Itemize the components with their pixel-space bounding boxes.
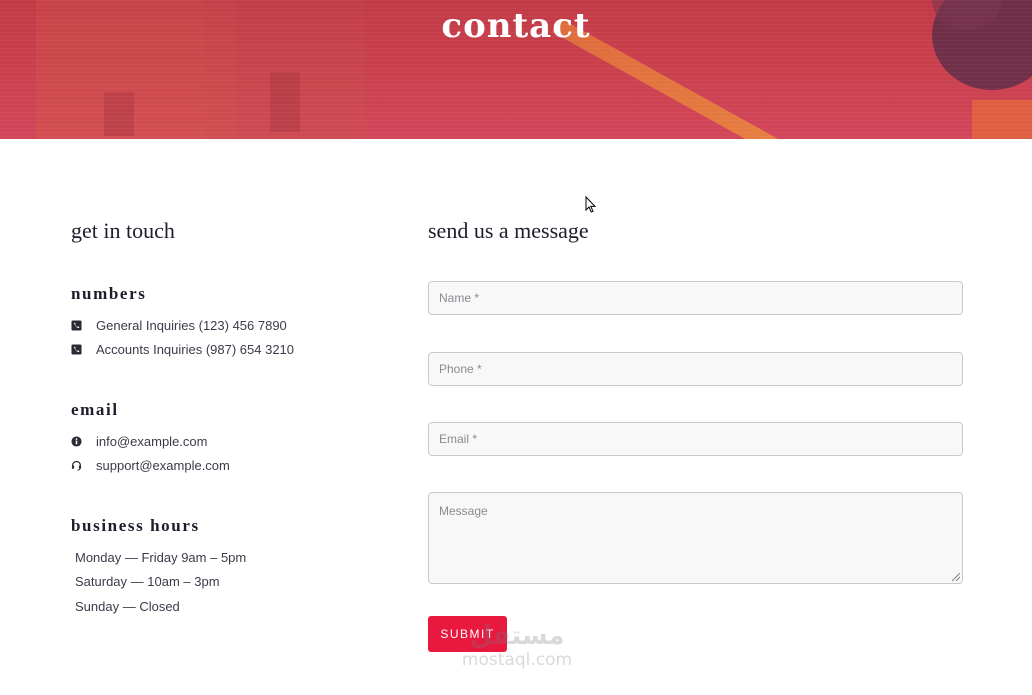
- textarea-resize-handle[interactable]: [952, 573, 960, 581]
- watermark-latin: mostaql.com: [461, 650, 573, 670]
- email-support-link[interactable]: support@example.com: [96, 458, 230, 473]
- email-input[interactable]: [428, 422, 963, 456]
- email-item-support: support@example.com: [71, 453, 230, 477]
- hero-banner: contact: [0, 0, 1032, 139]
- email-item-info: info@example.com: [71, 429, 230, 453]
- phone-input[interactable]: [428, 352, 963, 386]
- contact-form: send us a message SUBMIT: [428, 218, 963, 652]
- phone-square-icon: [71, 343, 82, 355]
- hours-saturday: Saturday — 10am – 3pm: [75, 574, 220, 590]
- phone-accounts-text: Accounts Inquiries (987) 654 3210: [96, 341, 295, 357]
- email-section: email info@example.com support@example.c…: [71, 400, 230, 477]
- mouse-cursor-icon: [585, 196, 597, 213]
- contact-info-column: get in touch numbers General Inquiries (…: [71, 218, 391, 614]
- name-input[interactable]: [428, 281, 963, 315]
- send-message-heading: send us a message: [428, 218, 589, 243]
- phone-item-accounts: Accounts Inquiries (987) 654 3210: [71, 337, 294, 361]
- message-textarea[interactable]: [428, 492, 963, 584]
- page-title: contact: [441, 6, 591, 46]
- phone-square-icon: [71, 319, 82, 331]
- numbers-heading: numbers: [71, 284, 147, 303]
- hours-weekday: Monday — Friday 9am – 5pm: [75, 549, 247, 565]
- email-heading: email: [71, 400, 119, 419]
- numbers-section: numbers General Inquiries (123) 456 7890…: [71, 284, 294, 361]
- info-circle-icon: [71, 435, 82, 447]
- get-in-touch-heading: get in touch: [71, 218, 175, 243]
- watermark-arabic: مستقل: [469, 621, 565, 651]
- watermark: مستقل mostaql.com: [452, 622, 582, 670]
- phone-item-general: General Inquiries (123) 456 7890: [71, 313, 294, 337]
- headset-icon: [71, 460, 82, 471]
- email-info-link[interactable]: info@example.com: [96, 434, 207, 449]
- business-hours-heading: business hours: [71, 516, 200, 535]
- business-hours-section: business hours Monday — Friday 9am – 5pm…: [71, 516, 246, 619]
- phone-general-text: General Inquiries (123) 456 7890: [96, 317, 287, 333]
- hours-sunday: Sunday — Closed: [75, 598, 180, 614]
